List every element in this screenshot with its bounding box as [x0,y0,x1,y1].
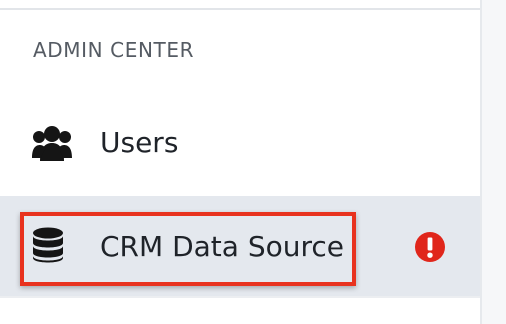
database-icon [33,227,63,263]
top-divider [0,8,480,10]
sidebar-item-crm-data-source[interactable]: CRM Data Source [0,196,480,296]
admin-sidebar: ADMIN CENTER Users CRM Data Source [0,0,482,324]
error-alert-icon [415,232,445,262]
users-icon [32,126,72,161]
bottom-divider [0,296,480,298]
content-area-edge [482,0,506,324]
admin-center-heading: ADMIN CENTER [33,38,195,62]
sidebar-item-label: CRM Data Source [100,230,344,263]
sidebar-item-users[interactable]: Users [0,95,480,195]
admin-center-sidebar-frame: ADMIN CENTER Users CRM Data Source [0,0,506,324]
sidebar-item-label: Users [100,126,179,159]
